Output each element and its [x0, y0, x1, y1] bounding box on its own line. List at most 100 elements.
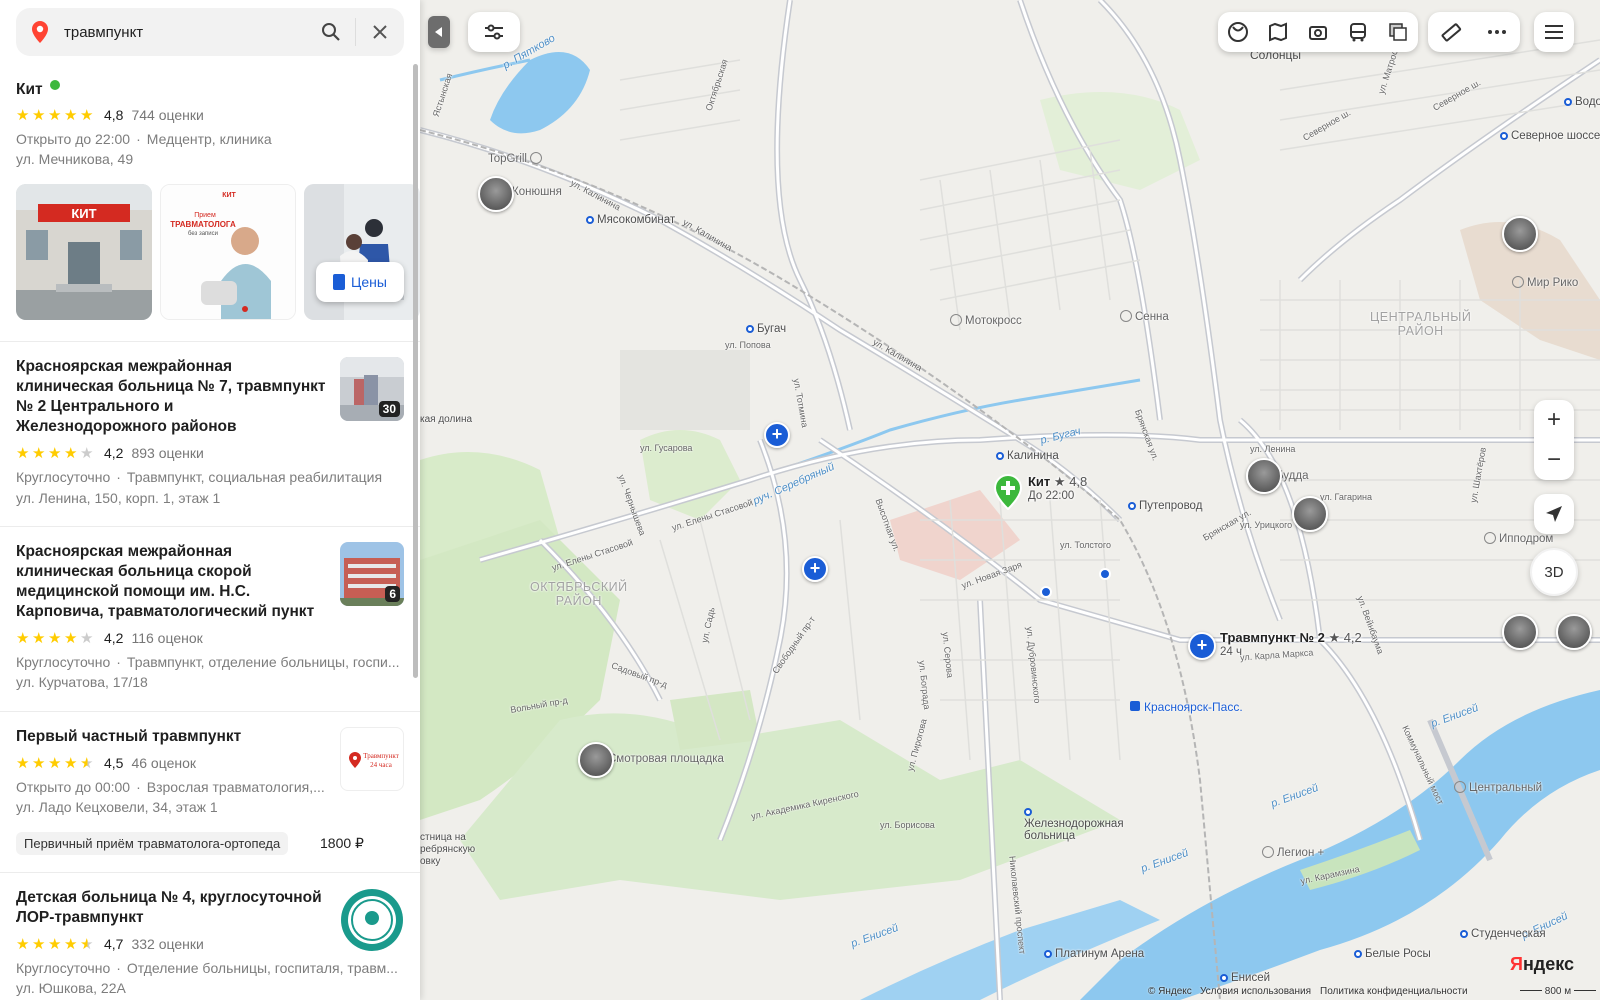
rating: ★ ★ ★ ★ ★ 4,2 116 оценок — [16, 630, 203, 646]
geolocation-icon[interactable] — [1534, 494, 1574, 534]
street-label: ул. Урицкого — [1240, 520, 1293, 530]
status-line: Открыто до 22:00 · Медцентр, клиника — [16, 131, 272, 147]
panorama-icon[interactable] — [1218, 12, 1258, 52]
search-icon[interactable] — [307, 8, 355, 56]
zoom-out-button[interactable]: − — [1534, 440, 1574, 480]
more-icon[interactable] — [1477, 12, 1517, 52]
street-label: ул. Борисова — [880, 820, 935, 830]
ruler-icon[interactable] — [1431, 12, 1471, 52]
photo-marker[interactable] — [1292, 496, 1328, 532]
prices-button[interactable]: Цены — [316, 262, 404, 302]
bus-icon[interactable] — [1338, 12, 1378, 52]
medical-marker[interactable]: + — [764, 422, 790, 448]
close-icon[interactable] — [356, 8, 404, 56]
menu-icon[interactable] — [1534, 12, 1574, 52]
photo-marker[interactable] — [1502, 216, 1538, 252]
trauma-doctor-poster-photo[interactable]: КИТ Прием ТРАВМАТОЛОГА без записи — [160, 184, 296, 320]
rating-score: 4,8 — [104, 107, 124, 123]
search-input[interactable] — [64, 23, 307, 41]
rating-score: 4,2 — [104, 445, 124, 461]
result-title[interactable]: Кит — [16, 80, 60, 100]
result-photo[interactable]: 6 — [340, 542, 404, 606]
rating: ★ ★ ★ ★ ★ 4,7 332 оценки — [16, 936, 204, 952]
place-label: Калинина — [996, 450, 1059, 462]
filters-icon[interactable] — [468, 12, 520, 52]
place-label: Водо — [1564, 96, 1600, 108]
place-label: Бугач — [746, 323, 786, 335]
search-box[interactable] — [16, 8, 404, 56]
map-layers-icon[interactable] — [1378, 12, 1418, 52]
address: ул. Мечникова, 49 — [16, 151, 134, 167]
place-label: Белые Росы — [1354, 948, 1431, 960]
location-pin-icon — [16, 20, 64, 44]
result-logo[interactable] — [340, 888, 404, 952]
terms-link[interactable]: Условия использования — [1200, 986, 1311, 997]
place-label: Мир Рико — [1512, 276, 1578, 289]
3d-toggle-button[interactable]: 3D — [1530, 548, 1578, 596]
service-price: 1800 ₽ — [320, 835, 364, 851]
stars: ★ ★ ★ ★ ★ — [16, 629, 94, 647]
status-line: Круглосуточно · Травмпункт, отделение боль… — [16, 654, 400, 670]
rating-score: 4,5 — [104, 755, 124, 771]
status-line: Открыто до 00:00 · Взрослая травматология,… — [16, 779, 325, 795]
stars: ★ ★ ★ ★ ★ — [16, 754, 94, 772]
collapse-panel-icon[interactable] — [428, 16, 450, 48]
viewpoint-photo-marker[interactable] — [578, 742, 614, 778]
svg-text:КИТ: КИТ — [222, 192, 236, 199]
place-label: Конюшня — [512, 186, 562, 198]
zoom-in-button[interactable]: + — [1534, 400, 1574, 440]
price-list-icon — [333, 274, 346, 290]
street-label: ул. Попова — [725, 340, 771, 350]
svg-text:Прием: Прием — [194, 212, 216, 219]
clinic-facade-photo[interactable]: КИТ — [16, 184, 152, 320]
street-label: ул. Гусарова — [640, 443, 693, 453]
review-count[interactable]: 744 оценки — [131, 107, 203, 123]
kit-map-marker[interactable] — [993, 473, 1023, 515]
review-count[interactable]: 893 оценки — [131, 445, 203, 461]
status-line: Круглосуточно · Отделение больницы, госпит… — [16, 960, 398, 976]
yandex-logo-initial: Я — [1510, 954, 1523, 974]
result-title[interactable]: Красноярская межрайонная клиническая боль… — [16, 357, 326, 437]
map-point[interactable] — [1099, 568, 1111, 580]
photo-marker[interactable] — [1502, 614, 1538, 650]
layers-map-icon[interactable] — [1258, 12, 1298, 52]
tools-toolbar — [1428, 12, 1520, 52]
result-title[interactable]: Первый частный травмпункт — [16, 727, 241, 747]
result-logo[interactable]: Травмпункт 24 часа — [340, 727, 404, 791]
zoom-control: + − — [1534, 400, 1574, 480]
medical-marker[interactable]: + — [802, 556, 828, 582]
map-point[interactable] — [1040, 586, 1052, 598]
place-label: Енисей — [1220, 972, 1270, 984]
station-label: Красноярск-Пасс. — [1130, 700, 1243, 714]
copyright: © Яндекс — [1148, 986, 1192, 997]
stars: ★ ★ ★ ★ ★ — [16, 444, 94, 462]
place-label: ребрянскую — [420, 844, 476, 855]
kit-marker-label[interactable]: Кит ★ 4,8 До 22:00 — [1028, 474, 1087, 502]
result-photo[interactable]: 30 — [340, 357, 404, 421]
buddha-photo-marker[interactable] — [1246, 458, 1282, 494]
address: ул. Ленина, 150, корп. 1, этаж 1 — [16, 490, 221, 506]
search-results-panel: Кит ★★★★★ 4,8 744 оценки Открыто до 22:0… — [0, 0, 420, 1000]
camera-icon[interactable] — [1298, 12, 1338, 52]
review-count[interactable]: 332 оценки — [131, 936, 203, 952]
result-title[interactable]: Детская больница № 4, круглосуточной ЛОР-… — [16, 888, 326, 928]
service-tag[interactable]: Первичный приём травматолога-ортопеда — [16, 832, 289, 855]
panel-scrollbar[interactable] — [413, 64, 418, 678]
trauma-2-map-marker[interactable]: + — [1188, 632, 1216, 660]
street-label: ул. Ленина — [1250, 444, 1296, 454]
scale-bar: 800 м — [1520, 986, 1596, 997]
verified-icon — [49, 80, 60, 90]
privacy-link[interactable]: Политика конфиденциальности — [1320, 986, 1468, 997]
photo-marker[interactable] — [1556, 614, 1592, 650]
review-count[interactable]: 116 оценок — [131, 630, 202, 646]
trauma-2-marker-label[interactable]: Травмпункт № 2 ★ 4,2 24 ч — [1220, 630, 1362, 658]
svg-text:без записи: без записи — [188, 231, 218, 237]
result-title[interactable]: Красноярская межрайонная клиническая боль… — [16, 542, 326, 622]
photo-count-badge: 30 — [378, 401, 400, 417]
map-canvas[interactable]: ул. Калинина ул. Калинина ул. Калинина у… — [420, 0, 1600, 1000]
photo-marker[interactable] — [478, 176, 514, 212]
review-count[interactable]: 46 оценок — [131, 755, 196, 771]
place-label: Центральный — [1454, 781, 1542, 794]
address: ул. Курчатова, 17/18 — [16, 674, 148, 690]
place-label: Платинум Арена — [1044, 948, 1144, 960]
